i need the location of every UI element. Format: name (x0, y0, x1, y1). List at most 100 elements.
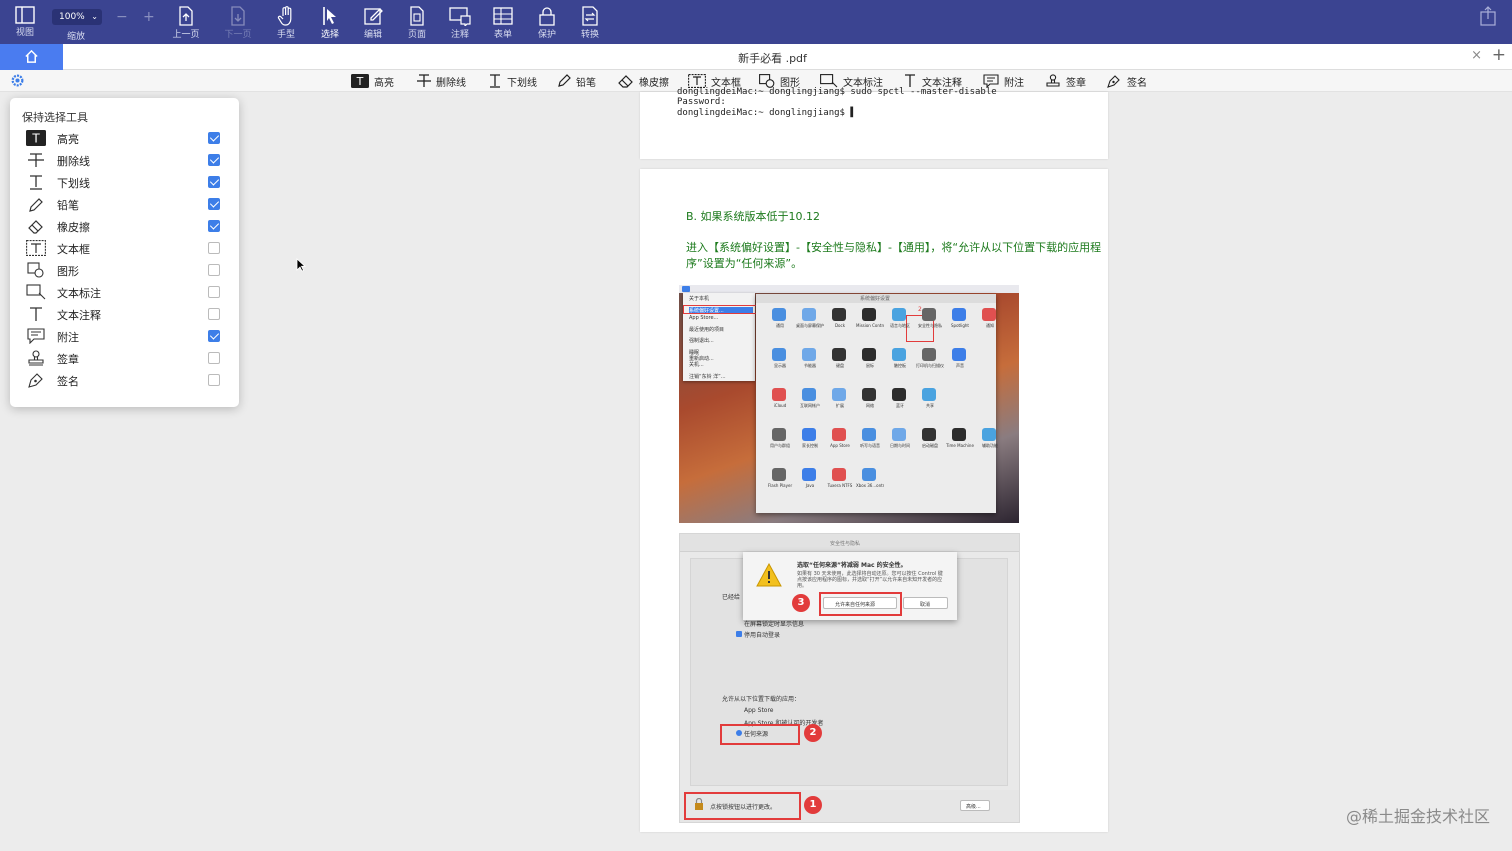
preference-label: 网络 (866, 403, 874, 408)
zoom-value: 100% (59, 12, 85, 22)
pdf-page-current: B. 如果系统版本低于10.12 进入【系统偏好设置】-【安全性与隐私】-【通用… (640, 169, 1108, 832)
preference-label: 日期与时间 (890, 443, 910, 448)
hand-tool-button[interactable]: 手型 (266, 4, 306, 42)
close-tab-icon[interactable]: × (1471, 48, 1482, 63)
preference-label: 通知 (986, 323, 994, 328)
tool-strikethrough[interactable]: 删除线 (417, 73, 466, 89)
callout-icon (820, 74, 838, 88)
popup-item-checkbox[interactable] (208, 374, 220, 386)
instruction-line-1: 进入【系统偏好设置】-【安全性与隐私】-【通用】，将“允许从以下位置下载的应用程 (686, 241, 1102, 254)
annotate-button[interactable]: 注释 (440, 4, 480, 42)
popup-item-checkbox[interactable] (208, 220, 220, 232)
popup-title: 保持选择工具 (22, 111, 88, 124)
popup-item-checkbox[interactable] (208, 154, 220, 166)
popup-item-checkbox[interactable] (208, 308, 220, 320)
popup-item-checkbox[interactable] (208, 198, 220, 210)
already-label: 已经给 (722, 594, 741, 601)
tool-label: 铅笔 (576, 77, 596, 89)
callout-icon (26, 284, 46, 300)
preference-icon (922, 388, 936, 401)
protect-button[interactable]: 保护 (527, 4, 567, 42)
zoom-out-button[interactable]: − (116, 9, 128, 25)
comment-icon (449, 7, 471, 26)
preference-label: 节能器 (804, 363, 816, 368)
convert-button[interactable]: 转换 (570, 4, 610, 42)
prev-page-button[interactable]: 上一页 (166, 4, 206, 42)
zoom-in-button[interactable]: + (143, 9, 155, 25)
sidebar-view-icon (15, 6, 35, 24)
popup-item-checkbox[interactable] (208, 330, 220, 342)
page-button[interactable]: 页面 (397, 4, 437, 42)
next-page-button[interactable]: 下一页 (218, 4, 258, 42)
view-label: 视图 (15, 28, 34, 38)
instruction-line-2: 序”设置为“任何来源”。 (686, 257, 803, 270)
eraser-icon (618, 75, 633, 88)
popup-item-pencil[interactable]: 铅笔 (26, 195, 222, 215)
popup-item-checkbox[interactable] (208, 132, 220, 144)
popup-item-checkbox[interactable] (208, 176, 220, 188)
strikethrough-icon (417, 74, 431, 87)
share-button[interactable] (1468, 4, 1508, 42)
popup-item-signature[interactable]: 签名 (26, 371, 222, 391)
popup-item-highlight[interactable]: T 高亮 (26, 129, 222, 149)
preference-label: 用户与群组 (770, 443, 790, 448)
zoom-select[interactable]: 100% ⌄ (52, 9, 102, 25)
popup-item-underline[interactable]: 下划线 (26, 173, 222, 193)
shape-icon (27, 262, 44, 278)
add-tab-icon[interactable]: + (1492, 45, 1506, 65)
select-tool-button[interactable]: 选择 (310, 4, 350, 42)
popup-item-text-comment[interactable]: 文本注释 (26, 305, 222, 325)
popup-item-note[interactable]: 附注 (26, 327, 222, 347)
cancel-button-label: 取消 (920, 602, 931, 608)
tool-underline[interactable]: 下划线 (488, 73, 537, 89)
popup-item-textbox[interactable]: 文本框 (26, 239, 222, 259)
form-button[interactable]: 表单 (483, 4, 523, 42)
preference-label: 蓝牙 (896, 403, 904, 408)
preference-label: 通用 (776, 323, 784, 328)
preference-icon (832, 308, 846, 321)
preference-icon (802, 348, 816, 361)
apple-menu-icon (682, 286, 690, 292)
preference-label: 显示器 (774, 363, 786, 368)
preference-icon (772, 428, 786, 441)
screenshot-security-privacy: 安全性与隐私 已经给 在屏幕锁定时显示信息 停用自动登录 选取“任何来源”将减弱… (679, 533, 1020, 823)
cancel-button: 取消 (903, 597, 948, 609)
preference-icon (772, 388, 786, 401)
popup-item-checkbox[interactable] (208, 264, 220, 276)
preference-label: 打印机与扫描仪 (916, 363, 944, 368)
preference-icon (922, 428, 936, 441)
pencil-icon (558, 74, 571, 87)
prev-page-label: 上一页 (172, 30, 200, 40)
popup-item-strikethrough[interactable]: 删除线 (26, 151, 222, 171)
pdf-page-previous: donglingdeiMac:~ donglingjiang$ sudo spc… (640, 87, 1108, 159)
preference-label: Mission Control (856, 323, 884, 328)
popup-item-shape[interactable]: 图形 (26, 261, 222, 281)
tool-label: 下划线 (507, 77, 537, 89)
popup-item-checkbox[interactable] (208, 352, 220, 364)
highlight-box (683, 305, 757, 314)
edit-label: 编辑 (363, 30, 382, 40)
tool-highlight[interactable]: T 高亮 (351, 73, 394, 89)
form-icon (493, 7, 513, 25)
tool-pencil[interactable]: 铅笔 (557, 73, 596, 89)
settings-gear-icon[interactable] (11, 74, 24, 87)
preference-label: Dock (834, 323, 846, 328)
popup-item-checkbox[interactable] (208, 242, 220, 254)
keep-tool-popup: 保持选择工具 T 高亮 删除线 下划线 铅笔 橡皮擦 文本框 图形 文本标注 文… (10, 98, 239, 407)
menu-item: 注销“东铃 洋”... (689, 374, 726, 380)
menu-bar (679, 285, 1019, 293)
edit-button[interactable]: 编辑 (353, 4, 393, 42)
preference-icon (772, 468, 786, 481)
popup-item-stamp[interactable]: 签章 (26, 349, 222, 369)
textbox-icon (688, 74, 706, 88)
tool-stamp[interactable]: 签章 (1045, 73, 1086, 89)
document-tab-title[interactable]: 新手必看 .pdf (0, 50, 1512, 66)
popup-item-text-callout[interactable]: 文本标注 (26, 283, 222, 303)
popup-item-label: 文本框 (57, 243, 90, 256)
popup-item-eraser[interactable]: 橡皮擦 (26, 217, 222, 237)
tool-signature[interactable]: 签名 (1106, 73, 1147, 89)
tool-eraser[interactable]: 橡皮擦 (618, 73, 669, 89)
advanced-button: 高级... (960, 800, 990, 811)
view-button[interactable]: 视图 (5, 4, 45, 42)
popup-item-checkbox[interactable] (208, 286, 220, 298)
